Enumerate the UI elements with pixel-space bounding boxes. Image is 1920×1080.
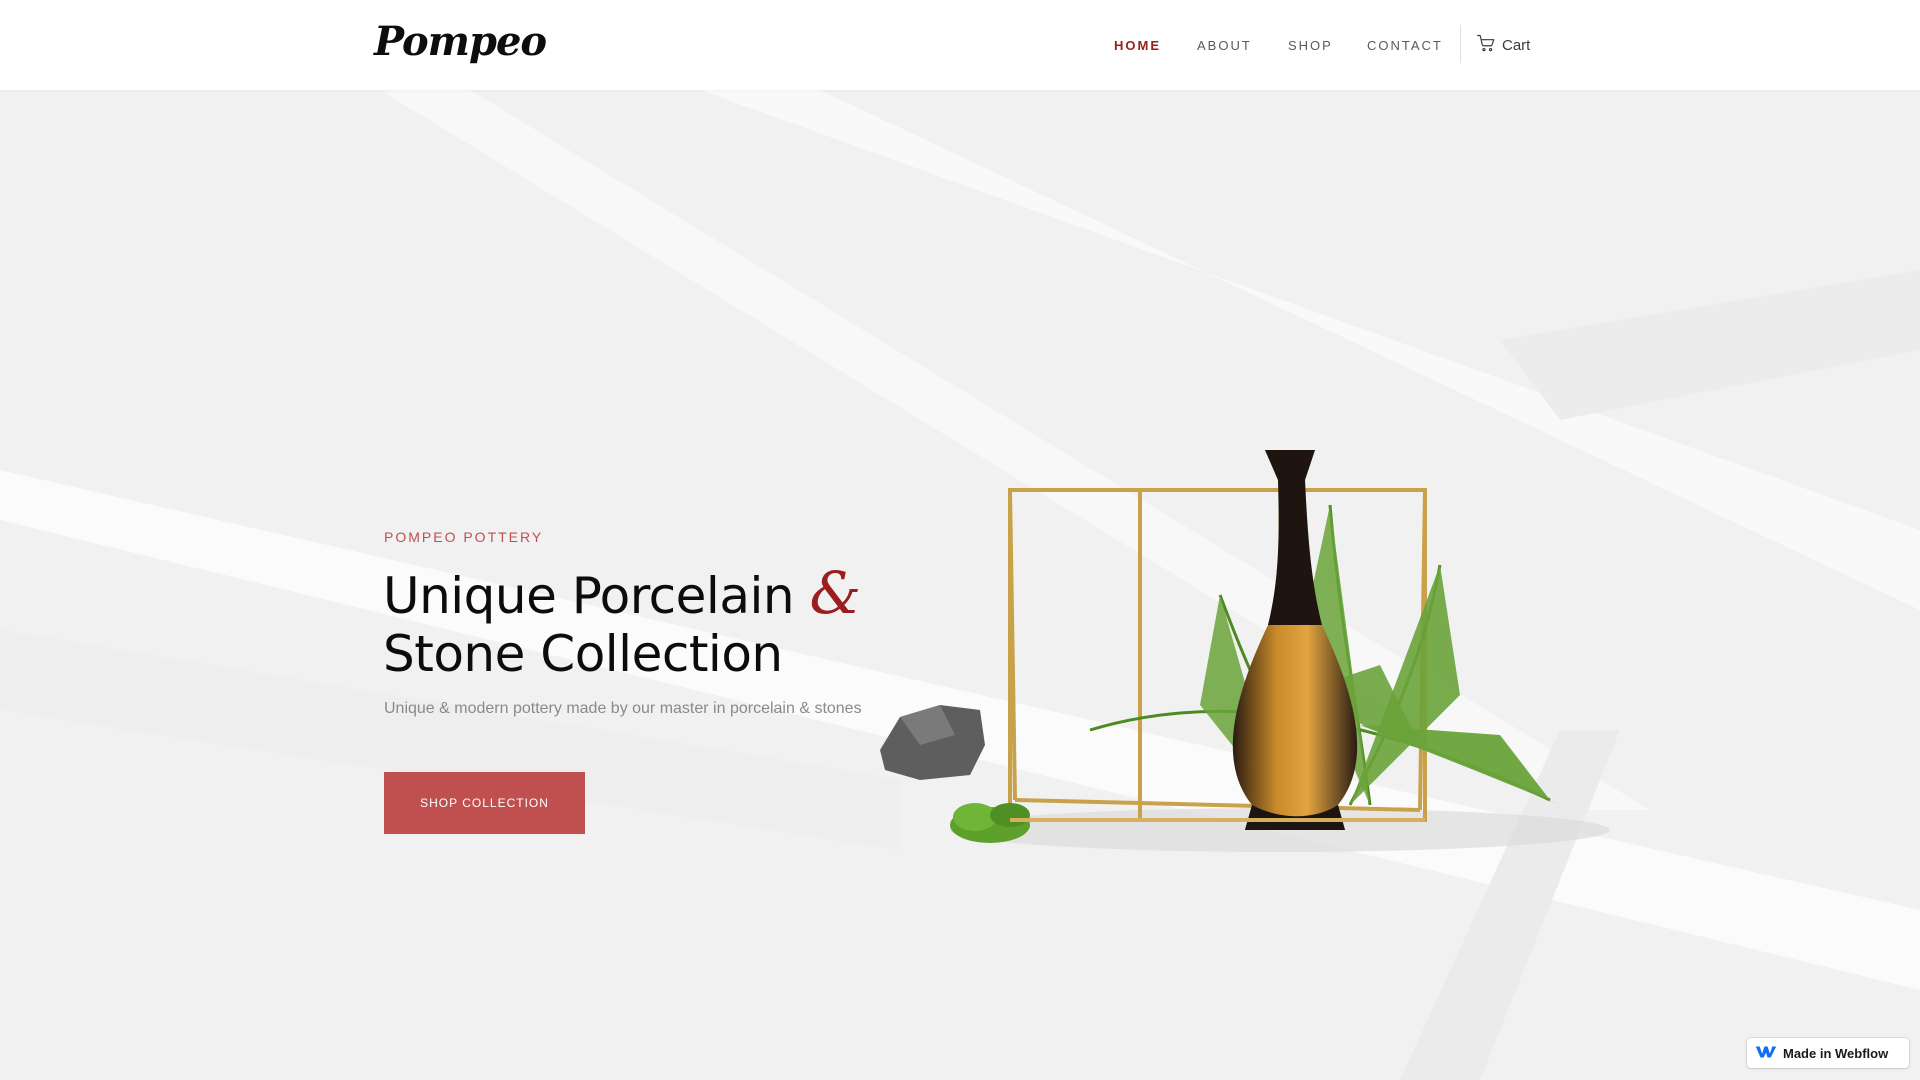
hero-title-line2: Stone Collection bbox=[383, 625, 783, 683]
hero-title-line1: Unique Porcelain bbox=[383, 567, 795, 625]
webflow-logo-icon bbox=[1755, 1044, 1777, 1063]
made-in-webflow-badge[interactable]: Made in Webflow bbox=[1747, 1038, 1909, 1068]
nav-home[interactable]: HOME bbox=[1114, 38, 1161, 58]
nav-shop[interactable]: SHOP bbox=[1288, 38, 1333, 58]
cart-label: Cart bbox=[1502, 36, 1531, 54]
hero-section: POMPEO POTTERY Unique Porcelain & Stone … bbox=[0, 90, 1920, 1080]
hero-subtitle: Unique & modern pottery made by our mast… bbox=[384, 700, 862, 717]
nav-divider bbox=[1460, 25, 1461, 63]
cart-button[interactable]: Cart bbox=[1476, 34, 1530, 56]
nav-about[interactable]: ABOUT bbox=[1197, 38, 1252, 58]
badge-label: Made in Webflow bbox=[1783, 1045, 1889, 1061]
hero-title: Unique Porcelain & Stone Collection bbox=[383, 564, 983, 683]
site-header: Pompeo HOME ABOUT SHOP CONTACT Cart bbox=[0, 0, 1920, 90]
nav-contact[interactable]: CONTACT bbox=[1367, 38, 1443, 58]
site-logo[interactable]: Pompeo bbox=[374, 18, 547, 65]
shop-collection-button[interactable]: SHOP COLLECTION bbox=[384, 772, 585, 834]
hero-title-ampersand: & bbox=[809, 559, 861, 627]
hero-eyebrow: POMPEO POTTERY bbox=[384, 529, 544, 545]
cart-icon bbox=[1476, 33, 1496, 57]
